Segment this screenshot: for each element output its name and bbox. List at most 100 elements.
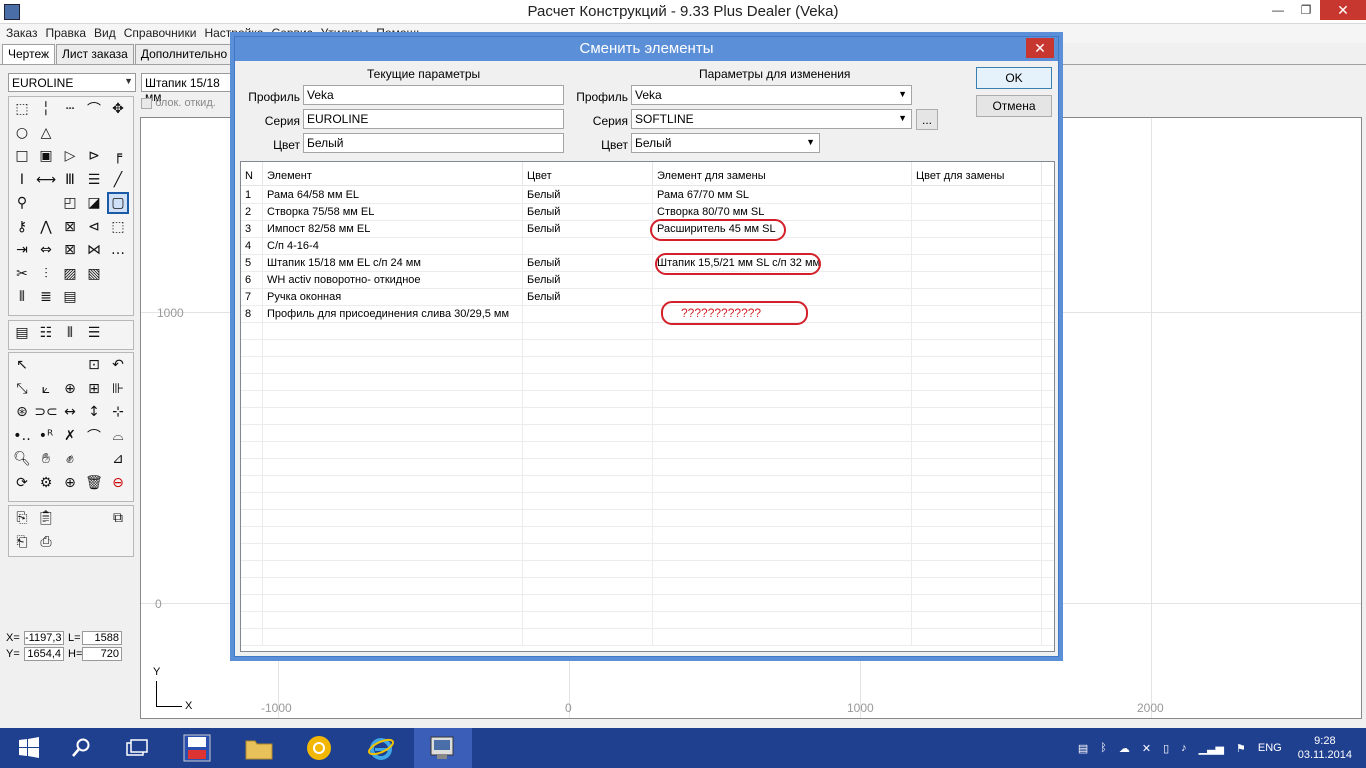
table-row[interactable]: 1 Рама 64/58 мм EL Белый Рама 67/70 мм S… xyxy=(241,187,1054,204)
height-icon[interactable]: ⊿ xyxy=(107,448,129,470)
key-tool-icon[interactable]: ⚷ xyxy=(11,216,33,238)
stop-icon[interactable]: ⊖ xyxy=(107,472,129,494)
notifications-icon[interactable]: ▤ xyxy=(1078,742,1088,755)
change-color-select[interactable]: Белый ▼ xyxy=(631,133,820,153)
col-n[interactable]: N xyxy=(241,162,263,186)
align-icon[interactable]: ⊹ xyxy=(107,401,129,423)
connect-icon[interactable]: ⊃⊂ xyxy=(34,401,57,423)
paste-list-icon[interactable]: ⎙ xyxy=(35,531,57,553)
frame-tool-icon[interactable]: □ xyxy=(11,145,33,167)
zoom-icon[interactable]: 🔍︎ xyxy=(11,448,33,470)
menu-item-view[interactable]: Вид xyxy=(92,24,122,43)
h-expand-icon[interactable]: ↔ xyxy=(59,401,81,423)
task-view-button[interactable] xyxy=(108,728,166,768)
taskbar-app-explorer[interactable] xyxy=(230,728,288,768)
frame-select-tool-icon[interactable]: ▢ xyxy=(107,192,129,214)
layout-4-icon[interactable]: ☰ xyxy=(83,322,105,344)
cloud-icon[interactable]: ☁ xyxy=(1119,742,1130,755)
taskbar-app-ie[interactable] xyxy=(352,728,410,768)
close-button[interactable]: ✕ xyxy=(1320,0,1366,20)
menu-item-order[interactable]: Заказ xyxy=(4,24,43,43)
dimension2-icon[interactable]: ⊪ xyxy=(107,378,129,400)
split-tool-icon[interactable]: ⫶ xyxy=(35,263,57,285)
fit-icon[interactable]: ⊕ xyxy=(59,472,81,494)
paste-icon[interactable]: 📋︎ xyxy=(35,507,57,529)
arrow-right-tool-icon[interactable]: ⇥ xyxy=(11,239,33,261)
start-button[interactable] xyxy=(0,728,58,768)
layout-3-icon[interactable]: ⦀ xyxy=(59,322,81,344)
table-row[interactable]: 5 Штапик 15/18 мм EL с/п 24 мм Белый Шта… xyxy=(241,255,1054,272)
signal-icon[interactable]: ▁▃▅ xyxy=(1199,742,1224,755)
cancel-button[interactable]: Отмена xyxy=(976,95,1052,117)
hand-icon[interactable]: ✋︎ xyxy=(35,448,57,470)
col-element[interactable]: Элемент xyxy=(263,162,523,186)
cut-tool-icon[interactable]: ✂ xyxy=(11,263,33,285)
flag-icon[interactable]: ⚑ xyxy=(1236,742,1246,755)
col-color[interactable]: Цвет xyxy=(523,162,653,186)
sash-right-tool-icon[interactable]: ▷ xyxy=(59,145,81,167)
sash-left-tool-icon[interactable]: ⊲ xyxy=(83,216,105,238)
layers-icon[interactable]: ⧉ xyxy=(107,507,129,529)
transom-tool-icon[interactable]: ☰ xyxy=(83,169,105,191)
double-frame-tool-icon[interactable]: ▣ xyxy=(35,145,57,167)
move-tool-icon[interactable]: ✥ xyxy=(107,98,129,120)
arc-r-icon[interactable]: ⌓ xyxy=(107,425,129,447)
trash-icon[interactable]: 🗑︎ xyxy=(83,472,105,494)
browse-series-button[interactable]: ... xyxy=(916,109,938,130)
cross-points-icon[interactable]: ✗ xyxy=(59,425,81,447)
xy-icon[interactable]: ⊛ xyxy=(11,401,33,423)
current-series-field[interactable]: EUROLINE xyxy=(303,109,564,129)
rectangle-tool-icon[interactable]: ⬚ xyxy=(11,98,33,120)
glass-tool-icon[interactable]: ◪ xyxy=(83,192,105,214)
change-profile-select[interactable]: Veka ▼ xyxy=(631,85,912,105)
radius-tool-icon[interactable]: ⌒ xyxy=(83,98,105,120)
taskbar-app-chrome[interactable] xyxy=(290,728,348,768)
copy-list-icon[interactable]: ⎗ xyxy=(11,531,33,553)
layout-1-icon[interactable]: ▤ xyxy=(11,322,33,344)
table-row[interactable]: 8 Профиль для присоединения слива 30/29,… xyxy=(241,306,1054,323)
arc-icon[interactable]: ⌒ xyxy=(83,425,105,447)
col-replace[interactable]: Элемент для замены xyxy=(653,162,912,186)
corner-tool-icon[interactable]: ◰ xyxy=(59,192,81,214)
table-row[interactable]: 3 Импост 82/58 мм EL Белый Расширитель 4… xyxy=(241,221,1054,238)
mullion-v-tool-icon[interactable]: Ι xyxy=(11,169,33,191)
table-row[interactable]: 4 С/п 4-16-4 xyxy=(241,238,1054,255)
menu-item-references[interactable]: Справочники xyxy=(122,24,203,43)
col-replace-color[interactable]: Цвет для замены xyxy=(912,162,1042,186)
current-profile-field[interactable]: Veka xyxy=(303,85,564,105)
diagonal-tool-icon[interactable]: ╱ xyxy=(107,169,129,191)
sash-both-tool-icon[interactable]: ⋈ xyxy=(83,239,105,261)
search-button[interactable] xyxy=(52,728,110,768)
grab-icon[interactable]: ✊︎ xyxy=(59,448,81,470)
double-mullion-tool-icon[interactable]: Ⅲ xyxy=(59,169,81,191)
bars-h-tool-icon[interactable]: ≣ xyxy=(35,286,57,308)
refresh-icon[interactable]: ⟳ xyxy=(11,472,33,494)
measure-icon[interactable]: ⟀ xyxy=(35,378,57,400)
undo-icon[interactable]: ↶ xyxy=(107,354,129,376)
change-series-select[interactable]: SOFTLINE ▼ xyxy=(631,109,912,129)
bead-select[interactable]: Штапик 15/18 мм xyxy=(141,73,235,104)
points-icon[interactable]: •‥ xyxy=(11,425,33,447)
battery-icon[interactable]: ▯ xyxy=(1163,742,1169,755)
block-tilt-checkbox[interactable]: блок. откид. xyxy=(141,97,216,109)
dotted-frame-tool-icon[interactable]: ⬚ xyxy=(107,216,129,238)
clock[interactable]: 9:28 03.11.2014 xyxy=(1298,734,1352,762)
mullion-h-tool-icon[interactable]: ⟷ xyxy=(35,169,57,191)
bars-diag-tool-icon[interactable]: ▤ xyxy=(59,286,81,308)
taskbar-app-calculation[interactable] xyxy=(414,728,472,768)
v-expand-icon[interactable]: ↕ xyxy=(83,401,105,423)
more-tool-icon[interactable]: … xyxy=(107,239,129,261)
tab-additional[interactable]: Дополнительно xyxy=(134,44,234,64)
sash-up-tool-icon[interactable]: ⋀ xyxy=(35,216,57,238)
table-row[interactable]: 6 WH activ поворотно- откидное Белый xyxy=(241,272,1054,289)
pointer-icon[interactable]: ↖ xyxy=(11,354,33,376)
sash-tilt-tool-icon[interactable]: ⊳ xyxy=(83,145,105,167)
tab-order-sheet[interactable]: Лист заказа xyxy=(56,44,134,64)
series-select[interactable]: EUROLINE ▼ xyxy=(8,73,136,92)
menu-item-edit[interactable]: Правка xyxy=(43,24,92,43)
dimension-icon[interactable]: ⊞ xyxy=(83,378,105,400)
layout-2-icon[interactable]: ☷ xyxy=(35,322,57,344)
table-row[interactable]: 2 Створка 75/58 мм EL Белый Створка 80/7… xyxy=(241,204,1054,221)
language-indicator[interactable]: ENG xyxy=(1258,742,1282,754)
vertical-line-tool-icon[interactable]: ╎ xyxy=(35,98,57,120)
